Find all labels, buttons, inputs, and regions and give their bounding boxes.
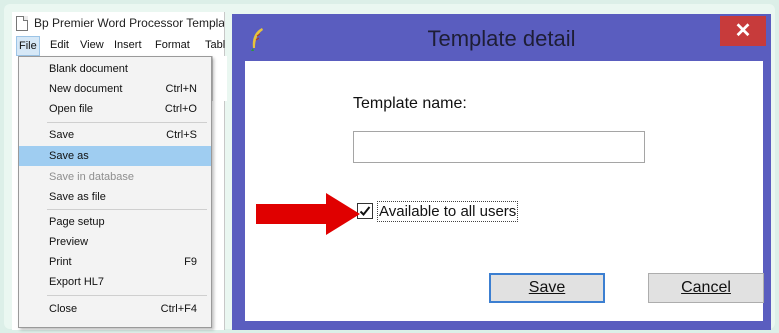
- menu-item-open-file[interactable]: Open file Ctrl+O: [19, 99, 211, 119]
- save-button-label: Save: [528, 279, 566, 296]
- menu-item-close[interactable]: Close Ctrl+F4: [19, 299, 211, 319]
- menu-table[interactable]: Tabl: [205, 39, 225, 51]
- dialog-body: Template name: Available to all users Sa…: [245, 61, 764, 321]
- menu-item-export-hl7[interactable]: Export HL7: [19, 272, 211, 292]
- menu-file[interactable]: File: [16, 36, 40, 56]
- menu-item-save[interactable]: Save Ctrl+S: [19, 125, 211, 145]
- menu-separator: [47, 122, 207, 123]
- file-menu-dropdown: Blank document New document Ctrl+N Open …: [18, 56, 212, 328]
- menu-item-preview[interactable]: Preview: [19, 232, 211, 252]
- menu-item-save-as-file[interactable]: Save as file: [19, 187, 211, 207]
- menu-insert[interactable]: Insert: [114, 39, 142, 51]
- menu-item-print[interactable]: Print F9: [19, 252, 211, 272]
- menu-item-blank-document[interactable]: Blank document: [19, 59, 211, 79]
- close-icon[interactable]: ✕: [720, 16, 766, 46]
- document-icon: [16, 16, 28, 31]
- template-detail-dialog: Template detail ✕ Template name: Availab…: [232, 14, 771, 330]
- dialog-title: Template detail: [427, 26, 576, 51]
- cancel-button-label: Cancel: [681, 279, 731, 296]
- window-title-bar: Bp Premier Word Processor Template -: [12, 12, 224, 36]
- menu-view[interactable]: View: [80, 39, 104, 51]
- red-arrow-annotation: [256, 193, 360, 235]
- menu-bar: File Edit View Insert Format Tabl: [12, 36, 225, 56]
- dialog-title-bar[interactable]: Template detail ✕: [232, 14, 771, 60]
- menu-separator: [47, 209, 207, 210]
- menu-separator: [47, 295, 207, 296]
- document-edge: [212, 56, 227, 101]
- menu-item-save-as[interactable]: Save as: [19, 146, 211, 166]
- menu-edit[interactable]: Edit: [50, 39, 69, 51]
- available-to-all-users-label[interactable]: Available to all users: [377, 201, 519, 222]
- template-name-label: Template name:: [353, 95, 467, 112]
- menu-item-new-document[interactable]: New document Ctrl+N: [19, 79, 211, 99]
- checkmark-icon: [359, 206, 371, 216]
- menu-item-page-setup[interactable]: Page setup: [19, 212, 211, 232]
- template-name-input[interactable]: [353, 131, 645, 163]
- menu-item-save-in-database: Save in database: [49, 171, 135, 183]
- menu-format[interactable]: Format: [155, 39, 190, 51]
- save-button[interactable]: Save: [489, 273, 605, 303]
- cancel-button[interactable]: Cancel: [648, 273, 764, 303]
- window-title: Bp Premier Word Processor Template -: [34, 16, 224, 30]
